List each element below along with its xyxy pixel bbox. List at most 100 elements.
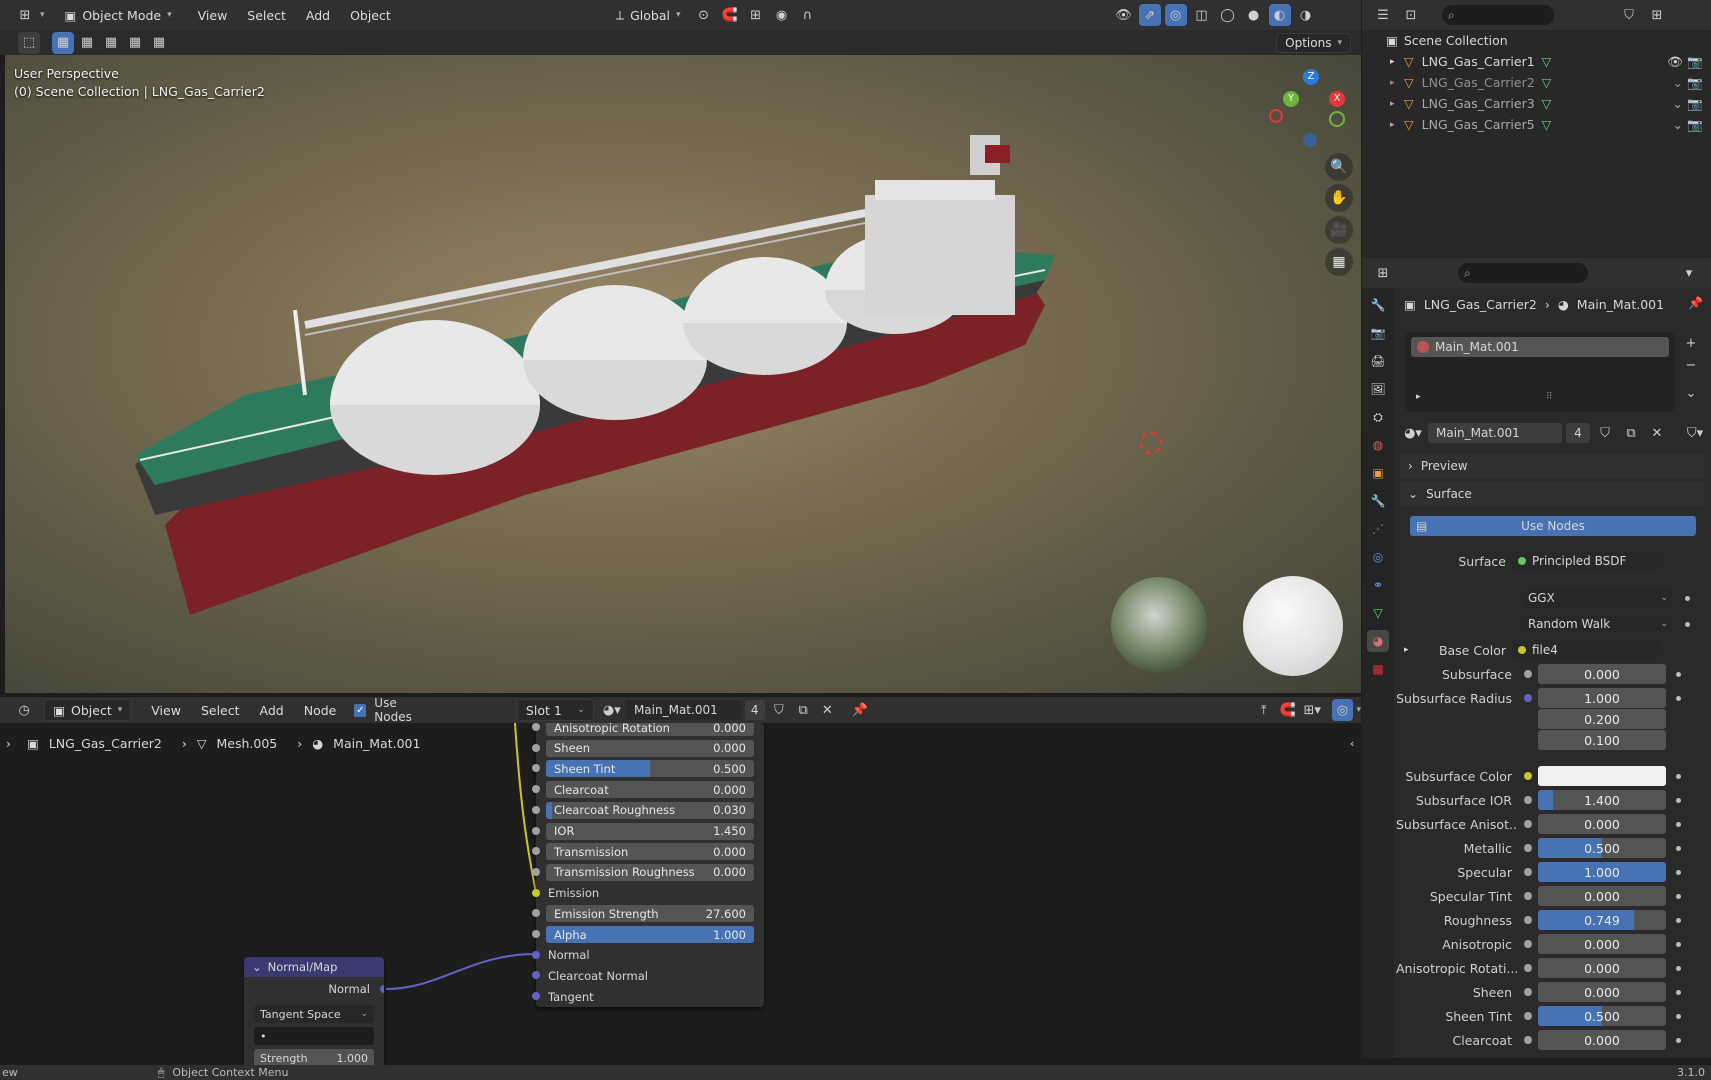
modifier-tab-icon[interactable]: 🔧 <box>1367 490 1389 512</box>
bsdf-value-field[interactable]: Alpha 1.000 <box>546 926 754 943</box>
duplicate-icon[interactable]: ⧉ <box>793 699 813 721</box>
select-new-icon[interactable]: ▦ <box>52 31 74 54</box>
property-value-field[interactable]: 0.000 <box>1538 814 1666 834</box>
fake-user-icon[interactable]: ⛉ <box>1594 422 1616 444</box>
node-material-field[interactable]: Main_Mat.001 <box>625 700 741 720</box>
parent-node-tree-icon[interactable]: ⤒ <box>1254 699 1274 721</box>
gizmo-neg-y[interactable] <box>1329 111 1345 127</box>
outliner-item[interactable]: ▸ ▽ LNG_Gas_Carrier3 ▽ ⌄ 📷 <box>1362 93 1711 114</box>
outliner-item[interactable]: ▸ ▽ LNG_Gas_Carrier5 ▽ ⌄ 📷 <box>1362 114 1711 135</box>
surface-panel-header[interactable]: ⌄ Surface <box>1400 482 1704 506</box>
gizmo-neg-z[interactable] <box>1303 133 1317 147</box>
material-slot-list[interactable]: Main_Mat.001 ▸ ⠿ <box>1406 332 1674 412</box>
input-socket-icon[interactable] <box>532 888 540 897</box>
bsdf-value-field[interactable]: Emission Strength 27.600 <box>546 905 754 923</box>
principled-bsdf-node[interactable]: Anisotropic Rotation 0.000 Sheen 0.000 Sheen… <box>532 719 764 1007</box>
keyframe-dot[interactable] <box>1676 797 1681 803</box>
pin-icon[interactable]: 📌 <box>1688 296 1703 310</box>
select-invert-icon[interactable]: ▦ <box>124 32 146 54</box>
node-menu-select[interactable]: Select <box>193 703 248 718</box>
property-value-field[interactable]: 0.000 <box>1538 982 1666 1002</box>
outliner-item[interactable]: ▸ ▽ LNG_Gas_Carrier1 ▽ 👁 📷 <box>1362 51 1711 72</box>
pan-hand-icon[interactable]: ✋ <box>1325 184 1353 212</box>
pin-icon[interactable]: 📌 <box>849 699 869 721</box>
select-tool-icon[interactable]: ⬚ <box>18 31 40 54</box>
wireframe-shading-icon[interactable]: ◯ <box>1217 4 1239 26</box>
bsdf-value-field[interactable]: Clearcoat Roughness 0.030 <box>546 801 754 819</box>
browse-material-icon[interactable]: ◕▾ <box>1402 422 1424 444</box>
keyframe-dot[interactable] <box>1676 941 1681 947</box>
3d-viewport[interactable]: User Perspective (0) Scene Collection | … <box>5 55 1361 693</box>
view-layer-tab-icon[interactable]: 🖼 <box>1367 378 1389 400</box>
menu-view[interactable]: View <box>190 8 236 23</box>
hdri-preview-sphere[interactable] <box>1111 577 1207 673</box>
input-socket-icon[interactable] <box>532 867 540 876</box>
gizmo-z-axis[interactable]: Z <box>1303 69 1319 85</box>
falloff-icon[interactable]: ∩ <box>797 4 819 26</box>
visibility-icon[interactable]: 👁 <box>1113 4 1135 26</box>
use-nodes-button[interactable]: ▤ Use Nodes <box>1410 516 1696 536</box>
property-value-field[interactable]: 0.200 <box>1538 709 1666 729</box>
camera-icon[interactable]: 📷 <box>1687 54 1703 70</box>
editor-type-icon[interactable]: ⊞ <box>14 4 36 26</box>
browse-material-icon[interactable]: ◕▾ <box>602 699 622 721</box>
camera-icon[interactable]: 📷 <box>1687 75 1703 91</box>
bsdf-value-field[interactable]: Sheen 0.000 <box>546 739 754 757</box>
node-menu-view[interactable]: View <box>143 703 189 718</box>
node-overlay-icon[interactable]: ◎ <box>1332 699 1353 721</box>
keyframe-dot[interactable] <box>1676 821 1681 827</box>
property-value-field[interactable]: 1.000 <box>1538 862 1666 882</box>
property-value-field[interactable]: 0.000 <box>1538 958 1666 978</box>
input-socket-icon[interactable] <box>532 785 540 794</box>
tool-tab-icon[interactable]: 🔧 <box>1367 294 1389 316</box>
expand-icon[interactable]: ▸ <box>1390 57 1404 67</box>
input-socket-icon[interactable] <box>532 909 540 918</box>
properties-editor-icon[interactable]: ⊞ <box>1372 262 1394 284</box>
remove-slot-icon[interactable]: − <box>1680 354 1702 376</box>
node-snap-target-icon[interactable]: ⊞▾ <box>1302 699 1322 721</box>
ortho-grid-icon[interactable]: ▦ <box>1325 248 1353 276</box>
node-object-dropdown[interactable]: ▣ Object ▾ <box>44 699 132 721</box>
expand-icon[interactable]: ▸ <box>1416 392 1421 402</box>
base-color-field[interactable]: file4 <box>1512 640 1662 660</box>
bsdf-value-field[interactable]: Clearcoat 0.000 <box>546 781 754 799</box>
solid-shading-icon[interactable]: ● <box>1243 4 1265 26</box>
duplicate-icon[interactable]: ⧉ <box>1620 422 1642 444</box>
eye-icon[interactable]: ⌄ <box>1673 75 1683 90</box>
keyframe-dot[interactable] <box>1676 1037 1681 1043</box>
gizmo-toggle-icon[interactable]: ⇗ <box>1138 4 1161 26</box>
outliner-search-input[interactable]: ⌕ <box>1442 5 1554 25</box>
gizmo-x-axis[interactable]: X <box>1329 91 1345 107</box>
zoom-icon[interactable]: 🔍 <box>1325 153 1353 181</box>
material-shading-icon[interactable]: ◐ <box>1268 4 1291 26</box>
input-socket-icon[interactable] <box>532 743 540 752</box>
bsdf-value-field[interactable]: Sheen Tint 0.500 <box>546 760 754 778</box>
camera-icon[interactable]: 📷 <box>1687 96 1703 112</box>
keyframe-dot[interactable] <box>1676 989 1681 995</box>
property-value-field[interactable]: 1.400 <box>1538 790 1666 810</box>
overlay-toggle-icon[interactable]: ◎ <box>1164 4 1187 26</box>
keyframe-dot[interactable] <box>1676 917 1681 923</box>
node-menu-add[interactable]: Add <box>252 703 292 718</box>
input-socket-icon[interactable] <box>532 930 540 938</box>
eye-icon[interactable]: ⌄ <box>1673 96 1683 111</box>
select-subtract-icon[interactable]: ▦ <box>100 32 122 54</box>
unlink-icon[interactable]: ✕ <box>817 699 837 721</box>
physics-tab-icon[interactable]: ◎ <box>1367 546 1389 568</box>
unlink-icon[interactable]: ✕ <box>1646 422 1668 444</box>
white-preview-sphere[interactable] <box>1243 576 1343 676</box>
keyframe-dot[interactable] <box>1676 845 1681 851</box>
material-name-field[interactable]: Main_Mat.001 <box>1428 423 1562 443</box>
input-socket-icon[interactable] <box>532 847 540 856</box>
snap-target-icon[interactable]: ⊞ <box>745 4 767 26</box>
keyframe-dot[interactable] <box>1676 893 1681 899</box>
input-socket-icon[interactable] <box>532 805 540 814</box>
subsurface-method-dropdown[interactable]: Random Walk ⌄ <box>1522 614 1674 634</box>
eye-icon[interactable]: ⌄ <box>1673 117 1683 132</box>
snap-icon[interactable]: 🧲 <box>719 4 741 26</box>
normal-map-node[interactable]: ⌄ Normal/Map Normal Tangent Space ⌄ • St… <box>244 957 384 1065</box>
pivot-icon[interactable]: ⊙ <box>693 4 715 26</box>
input-socket-icon[interactable] <box>532 723 540 731</box>
navigation-gizmo[interactable]: Z X Y <box>1267 67 1347 147</box>
outliner-item[interactable]: ▸ ▽ LNG_Gas_Carrier2 ▽ ⌄ 📷 <box>1362 72 1711 93</box>
